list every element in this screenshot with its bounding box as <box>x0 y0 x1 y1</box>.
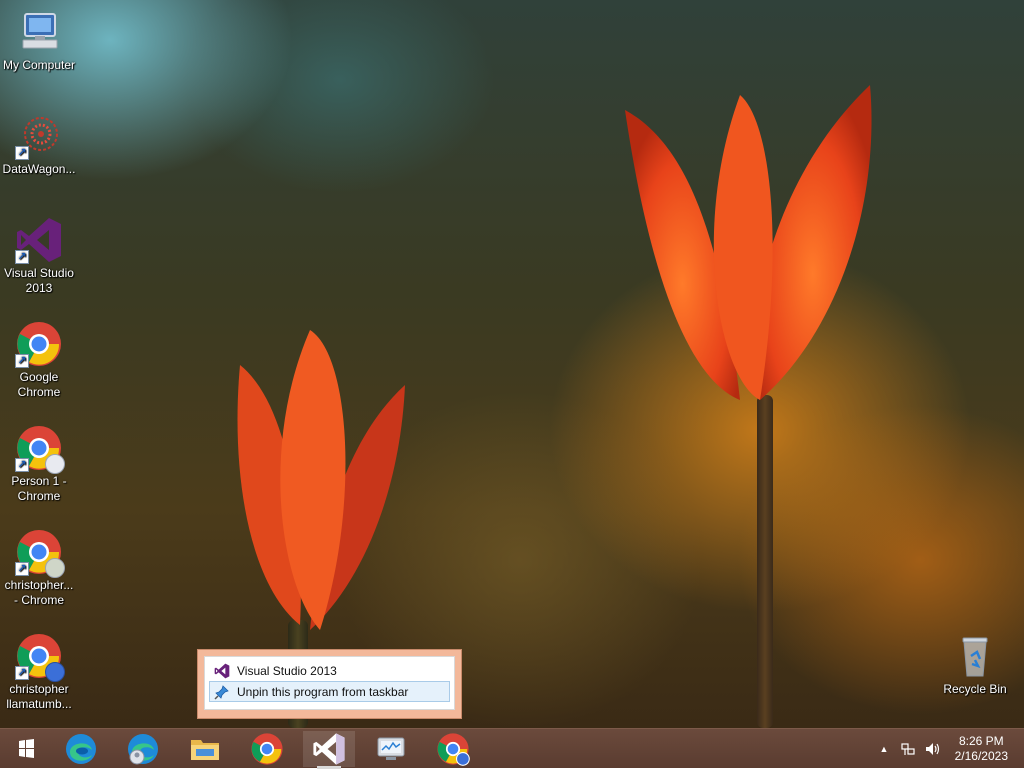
shortcut-arrow-icon: ↗ <box>15 354 29 368</box>
shortcut-arrow-icon: ↗ <box>15 458 29 472</box>
shortcut-arrow-icon: ↗ <box>15 562 29 576</box>
desktop[interactable]: My Computer ↗ DataWagon... ↗ Visual Stud… <box>0 0 1024 728</box>
system-tray: ▲ 8:26 PM 2/16/2023 <box>864 729 1024 769</box>
clock-date: 2/16/2023 <box>954 749 1008 763</box>
chrome-button[interactable] <box>241 731 293 767</box>
desktop-icon-recycle-bin[interactable]: Recycle Bin <box>937 632 1013 697</box>
person-badge-icon <box>45 454 65 474</box>
clock[interactable]: 8:26 PM 2/16/2023 <box>955 734 1008 764</box>
desktop-icon-label: My Computer <box>2 58 76 72</box>
wallpaper-tulip-right <box>625 85 872 400</box>
shortcut-arrow-icon: ↗ <box>15 146 29 160</box>
windows-logo-icon <box>19 739 34 758</box>
start-button[interactable] <box>0 731 52 767</box>
desktop-icon-label: Google Chrome <box>17 370 61 399</box>
edge-profile-button[interactable] <box>117 731 169 767</box>
chrome-profile-icon <box>437 733 470 766</box>
unpin-from-taskbar-item[interactable]: Unpin this program from taskbar <box>209 681 450 702</box>
edge-icon <box>66 734 96 764</box>
desktop-icon-label: Recycle Bin <box>943 682 1007 696</box>
chrome-icon <box>251 733 283 765</box>
clock-time: 8:26 PM <box>958 734 1004 748</box>
jump-list-item-label: Visual Studio 2013 <box>237 663 337 678</box>
shortcut-arrow-icon: ↗ <box>15 250 29 264</box>
profile-badge-icon <box>45 558 65 578</box>
desktop-icon-label: christopher llamatumb... <box>6 682 72 711</box>
my-computer-icon <box>15 8 63 56</box>
taskbar: ▲ 8:26 PM 2/16/2023 <box>0 728 1024 769</box>
folder-icon <box>191 740 219 760</box>
unpin-label: Unpin this program from taskbar <box>237 684 409 699</box>
taskbar-jump-list: Visual Studio 2013 Unpin this program fr… <box>198 650 461 718</box>
desktop-icon-person1-chrome[interactable]: ↗ Person 1 - Chrome <box>1 424 77 504</box>
desktop-icon-christopher-chrome[interactable]: ↗ christopher... - Chrome <box>1 528 77 608</box>
desktop-icon-label: Person 1 - Chrome <box>11 474 67 503</box>
monitor-icon <box>377 737 405 760</box>
desktop-icon-datawagon[interactable]: ↗ DataWagon... <box>1 112 77 177</box>
desktop-icon-visual-studio[interactable]: ↗ Visual Studio 2013 <box>1 216 77 296</box>
datawagon-icon: ↗ <box>15 112 63 160</box>
file-explorer-button[interactable] <box>179 731 231 767</box>
visual-studio-icon: ↗ <box>15 216 63 264</box>
wallpaper-tulip-left <box>237 330 405 630</box>
shortcut-arrow-icon: ↗ <box>15 666 29 680</box>
show-hidden-icons-button[interactable]: ▲ <box>876 741 892 757</box>
chrome-icon: ↗ <box>15 320 63 368</box>
visual-studio-button[interactable] <box>303 731 355 769</box>
chrome-profile-button[interactable] <box>427 731 479 767</box>
desktop-icon-label: Visual Studio 2013 <box>4 266 74 295</box>
desktop-icon-label: christopher... - Chrome <box>4 578 74 607</box>
network-icon[interactable] <box>900 741 916 757</box>
recycle-bin-icon <box>951 632 999 680</box>
jump-list-menu: Visual Studio 2013 Unpin this program fr… <box>204 656 455 710</box>
chrome-person-icon: ↗ <box>15 424 65 474</box>
visual-studio-icon <box>313 733 345 765</box>
unpin-icon <box>214 684 230 700</box>
desktop-icon-google-chrome[interactable]: ↗ Google Chrome <box>1 320 77 400</box>
volume-icon[interactable] <box>924 741 940 757</box>
desktop-icon-christopher-llamatumb[interactable]: ↗ christopher llamatumb... <box>1 632 77 712</box>
desktop-icon-label: DataWagon... <box>2 162 76 176</box>
edge-profile-icon <box>128 734 158 765</box>
edge-button[interactable] <box>55 731 107 767</box>
wallpaper-stem <box>757 395 773 728</box>
desktop-icon-my-computer[interactable]: My Computer <box>1 8 77 73</box>
chrome-profile-icon: ↗ <box>15 632 65 682</box>
jump-list-item-visual-studio[interactable]: Visual Studio 2013 <box>209 660 450 681</box>
profile-badge-icon <box>45 662 65 682</box>
chrome-profile-icon: ↗ <box>15 528 65 578</box>
resource-monitor-button[interactable] <box>365 731 417 767</box>
visual-studio-icon <box>214 663 230 679</box>
